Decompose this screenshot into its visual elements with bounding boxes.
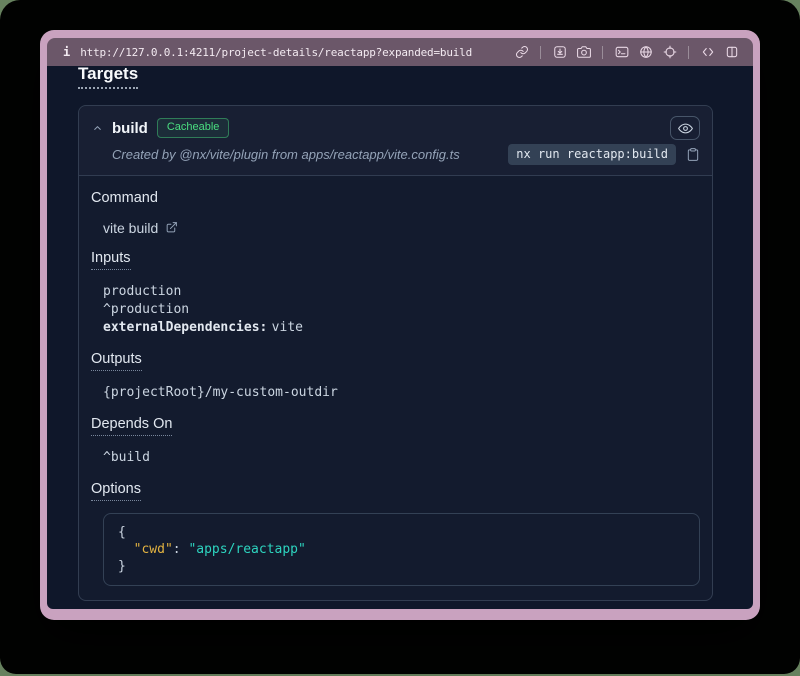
outputs-list: {projectRoot}/my-custom-outdir [103,384,700,402]
input-item: externalDependencies: vite [103,319,700,337]
info-icon: i [63,45,70,59]
inputs-section-label[interactable]: Inputs [91,250,131,270]
created-by-text: Created by @nx/vite/plugin from apps/rea… [112,147,460,162]
depends-on-section-label[interactable]: Depends On [91,416,172,436]
toolbar-divider [602,46,603,59]
options-section-label[interactable]: Options [91,481,141,501]
input-item: ^production [103,301,700,319]
code-brackets-icon[interactable] [700,45,715,60]
json-open-brace: { [118,524,685,541]
target-name-build[interactable]: build [112,120,148,137]
run-command-chip[interactable]: nx run reactapp:build [508,144,676,165]
terminal-icon[interactable] [614,45,629,60]
input-dep-value: vite [272,320,303,335]
view-in-graph-button[interactable] [670,116,700,140]
external-link-icon[interactable] [165,221,179,235]
titlebar-toolbar [514,45,739,60]
url-address[interactable]: http://127.0.0.1:4211/project-details/re… [80,46,472,59]
split-view-icon[interactable] [724,45,739,60]
json-close-brace: } [118,558,685,575]
link-icon[interactable] [514,45,529,60]
camera-icon[interactable] [576,45,591,60]
json-value-cwd: "apps/reactapp" [188,542,305,557]
input-dep-key: externalDependencies: [103,320,267,335]
page-title: Targets [78,66,138,89]
build-card-header: build Cacheable Created by @nx/vite/plug… [79,106,712,176]
depends-on-item: ^build [103,449,700,467]
inputs-list: production ^production externalDependenc… [103,283,700,337]
options-json-block: {"cwd": "apps/reactapp"} [103,513,700,586]
depends-on-list: ^build [103,449,700,467]
target-card-build: build Cacheable Created by @nx/vite/plug… [78,105,713,601]
toolbar-divider [688,46,689,59]
outputs-section-label[interactable]: Outputs [91,351,142,371]
output-item: {projectRoot}/my-custom-outdir [103,384,700,402]
copy-icon[interactable] [685,147,700,163]
globe-icon[interactable] [638,45,653,60]
command-value: vite build [103,220,158,236]
json-separator: : [173,542,189,557]
command-section-label: Command [91,190,158,206]
eye-icon [678,121,693,136]
target-icon[interactable] [662,45,677,60]
browser-titlebar: i http://127.0.0.1:4211/project-details/… [47,38,753,66]
json-property-line: "cwd": "apps/reactapp" [118,541,685,558]
chevron-up-icon[interactable] [91,122,103,134]
browser-window: i http://127.0.0.1:4211/project-details/… [40,30,760,620]
save-capture-icon[interactable] [552,45,567,60]
cacheable-badge[interactable]: Cacheable [157,118,230,137]
project-details-page: Targets build Cacheable C [47,66,753,609]
input-item: production [103,283,700,301]
build-card-body: Command vite build Inputs production ^pr… [79,190,712,600]
json-key-cwd: "cwd" [134,542,173,557]
toolbar-divider [540,46,541,59]
